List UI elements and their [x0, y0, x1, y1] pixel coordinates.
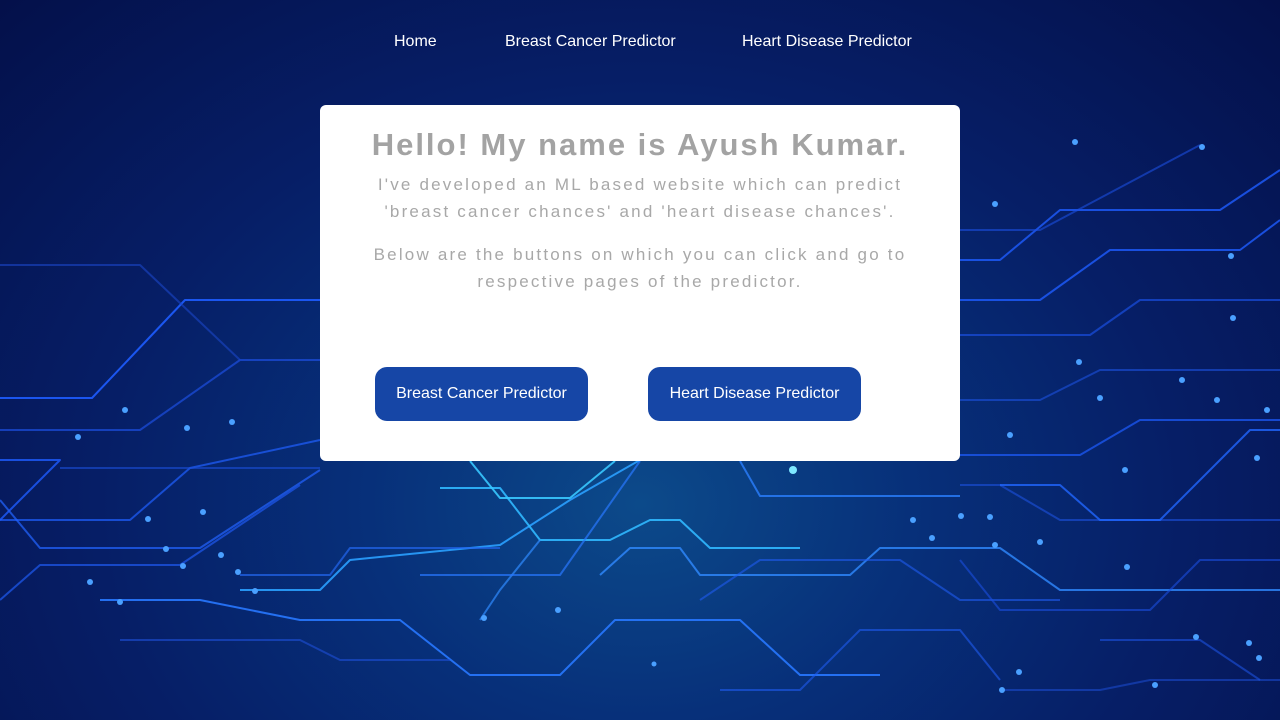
intro-card: Hello! My name is Ayush Kumar. I've deve… — [320, 105, 960, 461]
nav-link-home[interactable]: Home — [394, 30, 437, 54]
top-navigation: Home Breast Cancer Predictor Heart Disea… — [0, 30, 1280, 56]
breast-cancer-predictor-button[interactable]: Breast Cancer Predictor — [375, 367, 588, 421]
nav-link-heart-disease-predictor[interactable]: Heart Disease Predictor — [742, 30, 912, 54]
heart-disease-predictor-button[interactable]: Heart Disease Predictor — [648, 367, 861, 421]
nav-link-breast-cancer-predictor[interactable]: Breast Cancer Predictor — [505, 30, 676, 54]
instructions-paragraph: Below are the buttons on which you can c… — [373, 245, 907, 291]
page-title: Hello! My name is Ayush Kumar. — [371, 127, 909, 162]
intro-paragraph: I've developed an ML based website which… — [377, 175, 903, 221]
